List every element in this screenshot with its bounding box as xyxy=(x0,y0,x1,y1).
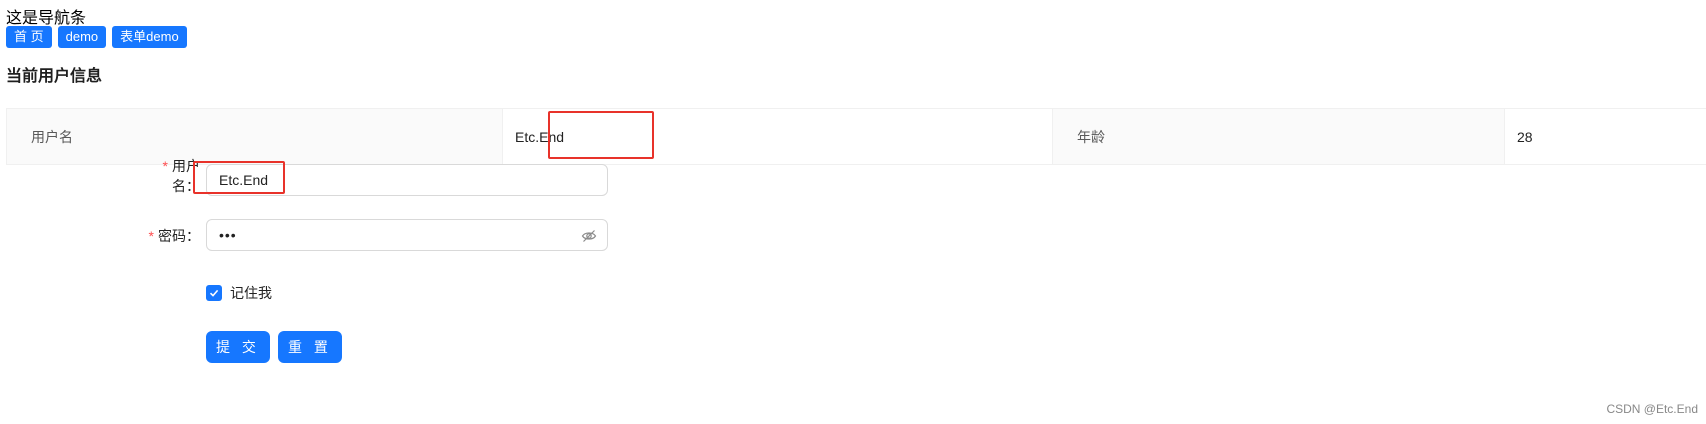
nav-link-demo[interactable]: demo xyxy=(57,26,107,48)
desc-age-label: 年龄 xyxy=(1053,109,1505,164)
remember-label: 记住我 xyxy=(230,285,272,301)
submit-button[interactable]: 提 交 xyxy=(206,331,270,363)
remember-me[interactable]: 记住我 xyxy=(206,283,272,303)
nav-link-home[interactable]: 首 页 xyxy=(6,26,52,48)
annotation-box-input xyxy=(193,161,285,194)
page: 这是导航条 首 页 demo 表单demo 当前用户信息 用户名 Etc.End… xyxy=(0,0,1706,424)
desc-age-value: 28 xyxy=(1505,109,1706,164)
nav-title: 这是导航条 xyxy=(6,10,87,27)
username-form-label: * 用户名： xyxy=(162,158,200,194)
reset-button[interactable]: 重 置 xyxy=(278,331,342,363)
section-title: 当前用户信息 xyxy=(6,68,103,85)
password-input-value: ••• xyxy=(219,227,237,243)
annotation-box-desc xyxy=(548,111,654,159)
desc-username-label: 用户名 xyxy=(7,109,503,164)
nav-links: 首 页 demo 表单demo xyxy=(6,26,187,48)
required-mark: * xyxy=(148,228,154,244)
password-form-label: * 密码： xyxy=(148,228,200,244)
remember-checkbox[interactable] xyxy=(206,285,222,301)
watermark: CSDN @Etc.End xyxy=(1606,402,1698,416)
eye-invisible-icon[interactable] xyxy=(581,228,597,244)
user-info-descriptions: 用户名 Etc.End 年龄 28 xyxy=(6,108,1706,165)
nav-link-form-demo[interactable]: 表单demo xyxy=(112,26,187,48)
password-input[interactable]: ••• xyxy=(206,219,608,251)
check-icon xyxy=(209,289,219,297)
password-label-text: 密码 xyxy=(158,228,186,244)
required-mark: * xyxy=(162,158,168,174)
